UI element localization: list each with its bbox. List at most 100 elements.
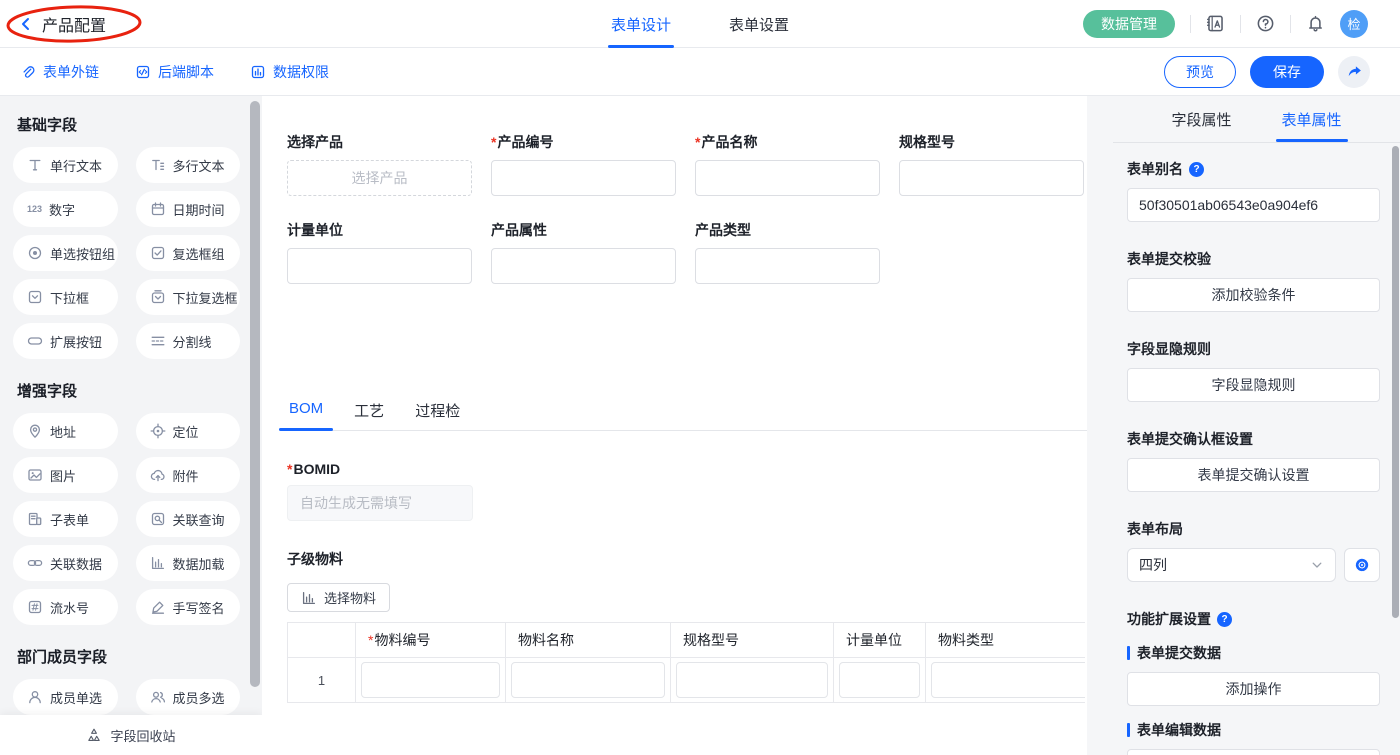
language-icon[interactable] (1206, 14, 1225, 33)
material-name-input[interactable] (511, 662, 665, 698)
material-type-input[interactable] (931, 662, 1085, 698)
back-button[interactable]: 产品配置 (18, 12, 106, 36)
sub-material-table: 物料编号 物料名称 规格型号 计量单位 物料类型 1 (287, 622, 1085, 703)
multi-line-text-icon (150, 157, 166, 173)
field-item-divider[interactable]: 分割线 (136, 323, 241, 359)
image-icon (27, 467, 43, 483)
external-link-button[interactable]: 表单外链 (20, 62, 99, 82)
unit-input[interactable] (287, 248, 472, 284)
backend-script-button[interactable]: 后端脚本 (135, 62, 214, 82)
tab-field-properties[interactable]: 字段属性 (1171, 96, 1231, 142)
field-item-multi-select[interactable]: 下拉复选框 (136, 279, 241, 315)
field-item-address[interactable]: 地址 (13, 413, 118, 449)
preview-button[interactable]: 预览 (1164, 56, 1236, 88)
field-recycle-bin[interactable]: 字段回收站 (0, 715, 262, 755)
data-permission-button[interactable]: 数据权限 (250, 62, 329, 82)
extension-label: 功能扩展设置 (1127, 609, 1211, 629)
field-item-member-single[interactable]: 成员单选 (13, 679, 118, 715)
bar-chart-icon (301, 590, 317, 606)
material-code-input[interactable] (361, 662, 500, 698)
col-header-material-code: 物料编号 (356, 623, 506, 658)
field-item-linked-data[interactable]: 关联数据 (13, 545, 118, 581)
field-item-data-load[interactable]: 数据加载 (136, 545, 241, 581)
spec-model-input[interactable] (899, 160, 1084, 196)
field-product-type[interactable]: 产品类型 (695, 220, 880, 284)
field-product-name[interactable]: 产品名称 (695, 132, 880, 196)
field-unit[interactable]: 计量单位 (287, 220, 472, 284)
form-alias-input[interactable] (1127, 188, 1380, 222)
field-item-member-multi[interactable]: 成员多选 (136, 679, 241, 715)
field-item-image[interactable]: 图片 (13, 457, 118, 493)
product-fields: 选择产品 选择产品 产品编号 产品名称 规格型号 计量单位 (287, 132, 1087, 284)
field-item-number[interactable]: 123数字 (13, 191, 118, 227)
field-product-code[interactable]: 产品编号 (491, 132, 676, 196)
field-choose-product[interactable]: 选择产品 选择产品 (287, 132, 472, 196)
field-item-subform[interactable]: 子表单 (13, 501, 118, 537)
field-item-single-line-text[interactable]: 单行文本 (13, 147, 118, 183)
field-item-extend-button[interactable]: 扩展按钮 (13, 323, 118, 359)
linked-data-icon (27, 555, 43, 571)
sub-material-title: 子级物料 (287, 549, 1087, 569)
address-icon (27, 423, 43, 439)
attachment-icon (150, 467, 166, 483)
share-button[interactable] (1338, 56, 1370, 88)
add-validation-button[interactable]: 添加校验条件 (1127, 278, 1380, 312)
bomid-input (287, 485, 473, 521)
field-product-attr[interactable]: 产品属性 (491, 220, 676, 284)
data-manage-button[interactable]: 数据管理 (1083, 10, 1175, 38)
tab-bom[interactable]: BOM (287, 400, 325, 430)
choose-product-button[interactable]: 选择产品 (287, 160, 472, 196)
layout-gear-button[interactable] (1344, 548, 1380, 582)
select-material-button[interactable]: 选择物料 (287, 583, 390, 612)
product-type-input[interactable] (695, 248, 880, 284)
field-item-date-time[interactable]: 日期时间 (136, 191, 241, 227)
tab-form-settings[interactable]: 表单设置 (729, 0, 789, 48)
layout-select[interactable]: 四列 (1127, 548, 1336, 582)
multi-select-icon (150, 289, 166, 305)
submit-data-add-button[interactable]: 添加操作 (1127, 672, 1380, 706)
panel-scrollbar[interactable] (1392, 146, 1399, 618)
help-icon[interactable] (1256, 14, 1275, 33)
field-item-location[interactable]: 定位 (136, 413, 241, 449)
field-item-attachment[interactable]: 附件 (136, 457, 241, 493)
product-name-input[interactable] (695, 160, 880, 196)
tab-process-check[interactable]: 过程检 (413, 400, 462, 430)
material-unit-input[interactable] (839, 662, 920, 698)
serial-number-icon (27, 599, 43, 615)
submit-validation-section: 表单提交校验 添加校验条件 (1127, 249, 1380, 312)
field-bomid[interactable]: BOMID (287, 461, 1087, 521)
field-spec-model[interactable]: 规格型号 (899, 132, 1084, 196)
submit-confirm-label: 表单提交确认框设置 (1127, 429, 1253, 449)
field-item-serial-number[interactable]: 流水号 (13, 589, 118, 625)
field-item-checkbox-group[interactable]: 复选框组 (136, 235, 241, 271)
edit-data-add-button[interactable]: 添加操作 (1127, 749, 1380, 755)
tab-form-properties[interactable]: 表单属性 (1282, 96, 1342, 142)
field-item-multi-line-text[interactable]: 多行文本 (136, 147, 241, 183)
field-visibility-section: 字段显隐规则 字段显隐规则 (1127, 339, 1380, 402)
bom-section: BOM 工艺 过程检 BOMID 子级物料 选择物料 (287, 400, 1087, 703)
field-item-select[interactable]: 下拉框 (13, 279, 118, 315)
member-single-icon (27, 689, 43, 705)
signature-icon (150, 599, 166, 615)
help-badge-icon[interactable] (1217, 612, 1232, 627)
form-layout-section: 表单布局 四列 (1127, 519, 1380, 582)
sidebar-scrollbar[interactable] (250, 101, 260, 687)
field-visibility-button[interactable]: 字段显隐规则 (1127, 368, 1380, 402)
help-badge-icon[interactable] (1189, 162, 1204, 177)
material-spec-input[interactable] (676, 662, 828, 698)
bell-icon[interactable] (1306, 14, 1325, 33)
avatar[interactable]: 检 (1340, 10, 1368, 38)
field-item-radio-group[interactable]: 单选按钮组 (13, 235, 118, 271)
product-attr-input[interactable] (491, 248, 676, 284)
submit-confirm-button[interactable]: 表单提交确认设置 (1127, 458, 1380, 492)
product-code-input[interactable] (491, 160, 676, 196)
divider (1290, 15, 1291, 33)
properties-panel: 字段属性 表单属性 表单别名 表单提交校验 添加校验条件 字段显隐规则 (1113, 96, 1400, 755)
col-header-material-type: 物料类型 (926, 623, 1086, 658)
field-item-lookup[interactable]: 关联查询 (136, 501, 241, 537)
field-item-signature[interactable]: 手写签名 (136, 589, 241, 625)
save-button[interactable]: 保存 (1250, 56, 1324, 88)
member-multi-icon (150, 689, 166, 705)
tab-form-design[interactable]: 表单设计 (611, 0, 671, 48)
tab-process[interactable]: 工艺 (352, 400, 386, 430)
